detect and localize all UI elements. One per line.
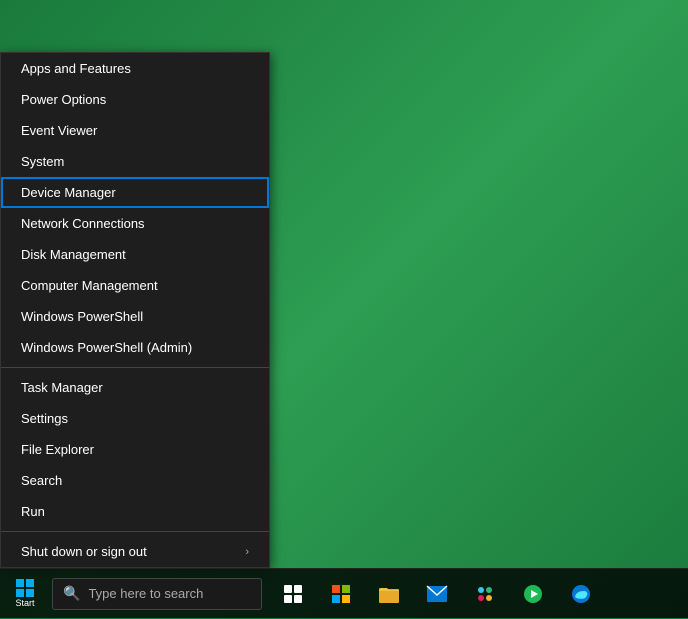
menu-item-shut-down[interactable]: Shut down or sign out › — [1, 536, 269, 567]
search-placeholder: Type here to search — [88, 586, 203, 601]
menu-item-label-windows-powershell: Windows PowerShell — [21, 309, 143, 324]
menu-item-label-event-viewer: Event Viewer — [21, 123, 97, 138]
menu-item-apps-features[interactable]: Apps and Features — [1, 53, 269, 84]
menu-item-device-manager[interactable]: Device Manager — [1, 177, 269, 208]
menu-item-label-task-manager: Task Manager — [21, 380, 103, 395]
menu-item-label-shut-down: Shut down or sign out — [21, 544, 147, 559]
menu-item-power-options[interactable]: Power Options — [1, 84, 269, 115]
menu-item-label-file-explorer: File Explorer — [21, 442, 94, 457]
menu-item-windows-powershell-admin[interactable]: Windows PowerShell (Admin) — [1, 332, 269, 363]
edge-icon[interactable] — [558, 569, 604, 619]
menu-item-label-windows-powershell-admin: Windows PowerShell (Admin) — [21, 340, 192, 355]
menu-item-label-power-options: Power Options — [21, 92, 106, 107]
menu-item-label-settings: Settings — [21, 411, 68, 426]
menu-divider — [1, 531, 269, 532]
menu-item-search[interactable]: Search — [1, 465, 269, 496]
menu-item-settings[interactable]: Settings — [1, 403, 269, 434]
menu-item-label-network-connections: Network Connections — [21, 216, 145, 231]
desktop: Apps and Features Power Options Event View… — [0, 0, 688, 618]
menu-item-file-explorer[interactable]: File Explorer — [1, 434, 269, 465]
menu-item-event-viewer[interactable]: Event Viewer — [1, 115, 269, 146]
menu-divider — [1, 367, 269, 368]
menu-item-disk-management[interactable]: Disk Management — [1, 239, 269, 270]
menu-item-label-disk-management: Disk Management — [21, 247, 126, 262]
menu-item-label-computer-management: Computer Management — [21, 278, 158, 293]
start-label: Start — [15, 598, 34, 608]
menu-item-label-system: System — [21, 154, 64, 169]
menu-item-label-run: Run — [21, 504, 45, 519]
menu-item-label-search: Search — [21, 473, 62, 488]
chevron-right-icon: › — [245, 546, 249, 558]
search-bar[interactable]: 🔍 Type here to search — [52, 578, 262, 610]
taskbar: Start 🔍 Type here to search — [0, 568, 688, 618]
search-icon: 🔍 — [63, 585, 80, 602]
menu-item-windows-powershell[interactable]: Windows PowerShell — [1, 301, 269, 332]
windows-logo-icon — [16, 579, 34, 597]
media-icon[interactable] — [510, 569, 556, 619]
menu-item-task-manager[interactable]: Task Manager — [1, 372, 269, 403]
menu-item-label-apps-features: Apps and Features — [21, 61, 131, 76]
menu-item-run[interactable]: Run — [1, 496, 269, 527]
slack-icon[interactable] — [462, 569, 508, 619]
context-menu: Apps and Features Power Options Event View… — [0, 52, 270, 568]
task-view-icon[interactable] — [270, 569, 316, 619]
microsoft-store-icon[interactable] — [318, 569, 364, 619]
taskbar-icons — [270, 569, 604, 619]
menu-item-network-connections[interactable]: Network Connections — [1, 208, 269, 239]
menu-item-label-device-manager: Device Manager — [21, 185, 116, 200]
menu-item-system[interactable]: System — [1, 146, 269, 177]
menu-item-computer-management[interactable]: Computer Management — [1, 270, 269, 301]
mail-icon[interactable] — [414, 569, 460, 619]
file-explorer-icon[interactable] — [366, 569, 412, 619]
start-button[interactable]: Start — [0, 569, 50, 619]
